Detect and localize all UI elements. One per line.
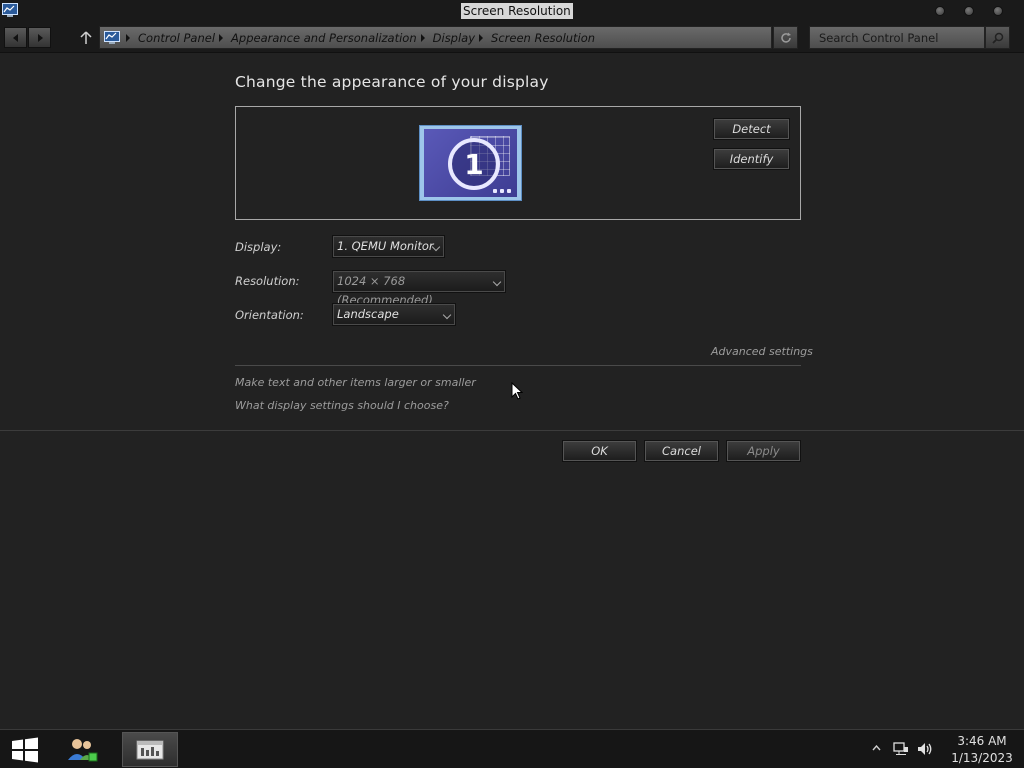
taskbar-server-manager[interactable]: [122, 732, 178, 767]
monitor-number: 1: [464, 147, 484, 181]
control-panel-icon: [2, 3, 18, 17]
show-hidden-icon[interactable]: [872, 745, 881, 751]
breadcrumb-screen-resolution[interactable]: Screen Resolution: [491, 31, 595, 45]
display-label: Display:: [235, 240, 282, 254]
advanced-settings-link[interactable]: Advanced settings: [711, 345, 813, 358]
chevron-down-icon: [442, 310, 452, 320]
display-preview-area: 1 Detect Identify: [235, 106, 801, 220]
taskbar-users-app[interactable]: [54, 732, 110, 767]
network-icon[interactable]: [893, 742, 909, 756]
up-arrow-icon: [80, 30, 92, 44]
control-panel-icon: [104, 30, 120, 44]
server-manager-icon: [136, 740, 164, 759]
resolution-dropdown[interactable]: 1024 × 768 (Recommended): [332, 270, 506, 307]
address-bar[interactable]: Control Panel Appearance and Personaliza…: [99, 26, 772, 49]
volume-icon[interactable]: [917, 742, 933, 756]
navigation-bar: Control Panel Appearance and Personaliza…: [0, 22, 1024, 53]
mouse-cursor-icon: [511, 382, 523, 400]
resolution-dropdown-value: 1024 × 768 (Recommended): [337, 274, 433, 307]
window-title: Screen Resolution: [461, 3, 573, 19]
back-arrow-icon: [12, 33, 18, 42]
refresh-icon: [780, 32, 791, 43]
monitor-1-icon[interactable]: 1: [419, 125, 522, 201]
breadcrumb-separator-icon[interactable]: [420, 33, 425, 42]
ok-button[interactable]: OK: [562, 440, 637, 462]
resolution-label: Resolution:: [235, 274, 300, 288]
detect-button[interactable]: Detect: [713, 118, 790, 140]
display-dropdown[interactable]: 1. QEMU Monitor: [332, 235, 445, 258]
footer-divider: [0, 430, 1024, 431]
minimize-button[interactable]: [935, 6, 945, 16]
monitor-number-badge: 1: [448, 138, 500, 190]
breadcrumb-separator-icon[interactable]: [219, 33, 224, 42]
search-input[interactable]: Search Control Panel: [809, 26, 985, 49]
identify-button[interactable]: Identify: [713, 148, 790, 170]
orientation-label: Orientation:: [235, 308, 304, 322]
text-size-link[interactable]: Make text and other items larger or smal…: [235, 376, 476, 389]
orientation-dropdown-value: Landscape: [337, 307, 399, 321]
display-dropdown-value: 1. QEMU Monitor: [337, 239, 434, 253]
taskbar: 3:46 AM 1/13/2023: [0, 729, 1024, 768]
display-help-link[interactable]: What display settings should I choose?: [235, 399, 449, 412]
cancel-button[interactable]: Cancel: [644, 440, 719, 462]
breadcrumb-separator-icon[interactable]: [126, 33, 130, 42]
up-button[interactable]: [78, 27, 94, 48]
page-heading: Change the appearance of your display: [235, 73, 549, 91]
maximize-button[interactable]: [964, 6, 974, 16]
breadcrumb-appearance[interactable]: Appearance and Personalization: [231, 31, 417, 45]
close-button[interactable]: [993, 6, 1003, 16]
search-button[interactable]: [985, 26, 1010, 49]
chevron-down-icon: [492, 277, 502, 287]
breadcrumb-display[interactable]: Display: [433, 31, 475, 45]
title-bar: Screen Resolution: [0, 0, 1024, 22]
users-icon: [68, 738, 98, 761]
refresh-button[interactable]: [773, 26, 798, 49]
monitor-screen: 1: [424, 129, 517, 197]
forward-button[interactable]: [28, 27, 51, 48]
section-divider: [235, 365, 801, 366]
clock-time[interactable]: 3:46 AM: [946, 734, 1018, 748]
clock-date[interactable]: 1/13/2023: [946, 751, 1018, 765]
breadcrumb-control-panel[interactable]: Control Panel: [138, 31, 215, 45]
back-button[interactable]: [4, 27, 27, 48]
breadcrumb-separator-icon[interactable]: [479, 33, 484, 42]
taskbar-dots-icon: [493, 189, 511, 193]
forward-arrow-icon: [37, 33, 43, 42]
apply-button[interactable]: Apply: [726, 440, 801, 462]
windows-logo-icon[interactable]: [10, 736, 40, 764]
orientation-dropdown[interactable]: Landscape: [332, 303, 456, 326]
search-icon: [991, 32, 1003, 44]
